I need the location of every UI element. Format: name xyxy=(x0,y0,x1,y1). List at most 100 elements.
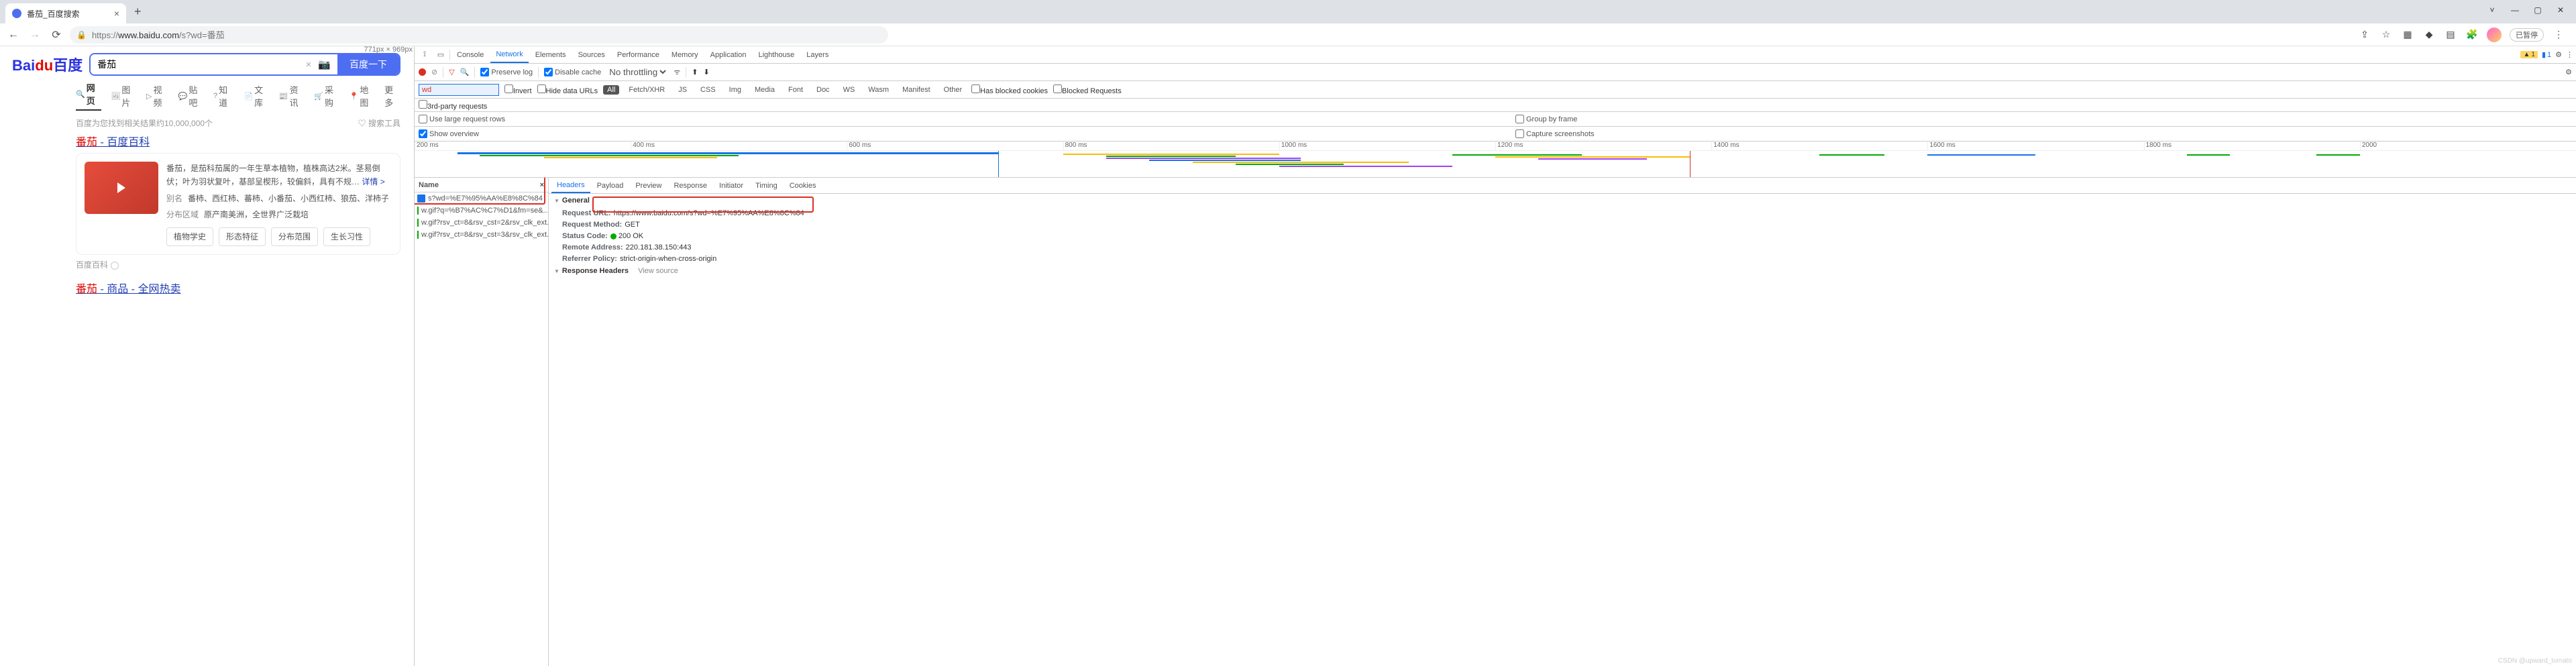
type-manifest[interactable]: Manifest xyxy=(898,85,934,95)
blocked-requests-checkbox[interactable]: Blocked Requests xyxy=(1053,85,1122,95)
type-img[interactable]: Img xyxy=(725,85,745,95)
tab-memory[interactable]: Memory xyxy=(666,46,704,63)
star-icon[interactable]: ☆ xyxy=(2379,28,2393,42)
hide-data-urls-checkbox[interactable]: Hide data URLs xyxy=(537,85,598,95)
search-tools[interactable]: ♡ 搜索工具 xyxy=(358,117,400,129)
forward-button[interactable]: → xyxy=(27,29,43,41)
general-section[interactable]: General xyxy=(549,194,2576,207)
browser-tab[interactable]: 番茄_百度搜索 × xyxy=(5,3,126,23)
extension-icon[interactable]: ◆ xyxy=(2422,28,2436,42)
search-button[interactable]: 百度一下 xyxy=(337,54,399,74)
tab-image[interactable]: 🖼图片 xyxy=(111,81,137,111)
device-icon[interactable]: ▭ xyxy=(433,50,448,59)
close-icon[interactable]: × xyxy=(540,181,544,189)
tab-response[interactable]: Response xyxy=(668,178,712,193)
tab-sources[interactable]: Sources xyxy=(573,46,610,63)
download-icon[interactable]: ⬇ xyxy=(704,68,710,76)
type-doc[interactable]: Doc xyxy=(812,85,834,95)
network-timeline[interactable]: 200 ms400 ms600 ms800 ms1000 ms1200 ms14… xyxy=(415,142,2576,178)
message-badge[interactable]: ▮1 xyxy=(2542,50,2551,59)
new-tab-button[interactable]: + xyxy=(126,5,150,19)
tab-timing[interactable]: Timing xyxy=(750,178,783,193)
section-button[interactable]: 生长习性 xyxy=(323,227,370,246)
type-font[interactable]: Font xyxy=(784,85,807,95)
section-button[interactable]: 分布范围 xyxy=(271,227,318,246)
type-ws[interactable]: WS xyxy=(839,85,859,95)
extension-icon[interactable]: ▤ xyxy=(2444,28,2457,42)
warning-badge[interactable]: ▲1 xyxy=(2520,51,2537,58)
type-all[interactable]: All xyxy=(603,85,619,95)
tab-news[interactable]: 📰资讯 xyxy=(279,81,305,111)
tab-headers[interactable]: Headers xyxy=(551,178,590,193)
tab-caigou[interactable]: 🛒采购 xyxy=(314,81,339,111)
tab-wenku[interactable]: 📄文库 xyxy=(244,81,269,111)
filter-input[interactable] xyxy=(419,84,499,96)
throttling-select[interactable]: No throttling xyxy=(606,66,668,78)
request-row[interactable]: w.gif?rsv_ct=8&rsv_cst=3&rsv_clk_ext... xyxy=(415,229,548,241)
url-input[interactable]: 🔒 https://www.baidu.com/s?wd=番茄 xyxy=(70,26,888,44)
result-title[interactable]: 番茄 - 百度百科 xyxy=(76,133,400,149)
record-button[interactable] xyxy=(419,68,426,76)
menu-icon[interactable]: ⋮ xyxy=(2566,50,2573,59)
thumbnail[interactable] xyxy=(85,162,158,214)
group-frame-checkbox[interactable]: Group by frame xyxy=(1515,115,2572,123)
tab-application[interactable]: Application xyxy=(705,46,752,63)
type-js[interactable]: JS xyxy=(674,85,691,95)
tab-web[interactable]: 🔍网页 xyxy=(76,81,101,111)
tab-network[interactable]: Network xyxy=(490,46,528,63)
filter-icon[interactable]: ▽ xyxy=(449,68,454,76)
maximize-button[interactable]: ▢ xyxy=(2533,5,2542,15)
request-row[interactable]: s?wd=%E7%95%AA%E8%8C%84 xyxy=(415,192,548,205)
blocked-cookies-checkbox[interactable]: Has blocked cookies xyxy=(971,85,1048,95)
back-button[interactable]: ← xyxy=(5,29,21,41)
section-button[interactable]: 植物学史 xyxy=(166,227,213,246)
reload-button[interactable]: ⟳ xyxy=(48,28,64,42)
type-media[interactable]: Media xyxy=(751,85,779,95)
disable-cache-checkbox[interactable]: Disable cache xyxy=(544,68,601,76)
share-icon[interactable]: ⇪ xyxy=(2358,28,2371,42)
tab-payload[interactable]: Payload xyxy=(592,178,629,193)
result-title[interactable]: 番茄 - 商品 - 全网热卖 xyxy=(76,280,400,296)
type-fetch[interactable]: Fetch/XHR xyxy=(625,85,669,95)
section-button[interactable]: 形态特征 xyxy=(219,227,266,246)
inspect-icon[interactable]: ⟟ xyxy=(417,50,432,59)
avatar[interactable] xyxy=(2487,27,2502,42)
search-icon[interactable]: 🔍 xyxy=(460,68,470,76)
extension-icon[interactable]: ▦ xyxy=(2401,28,2414,42)
invert-checkbox[interactable]: Invert xyxy=(504,85,532,95)
capture-screenshots-checkbox[interactable]: Capture screenshots xyxy=(1515,129,2572,138)
menu-icon[interactable]: ⋮ xyxy=(2552,28,2565,42)
tab-preview[interactable]: Preview xyxy=(630,178,667,193)
sync-paused-pill[interactable]: 已暂停 xyxy=(2510,28,2544,42)
type-other[interactable]: Other xyxy=(940,85,967,95)
request-row[interactable]: w.gif?q=%B7%AC%C7%D1&fm=se&... xyxy=(415,205,548,217)
type-css[interactable]: CSS xyxy=(696,85,720,95)
result-source[interactable]: 百度百科 xyxy=(76,259,400,270)
search-input[interactable] xyxy=(91,54,299,74)
gear-icon[interactable]: ⚙ xyxy=(2565,68,2572,76)
tab-zhidao[interactable]: ?知道 xyxy=(213,81,234,111)
tab-lighthouse[interactable]: Lighthouse xyxy=(753,46,800,63)
type-wasm[interactable]: Wasm xyxy=(864,85,893,95)
puzzle-icon[interactable]: 🧩 xyxy=(2465,28,2479,42)
tab-performance[interactable]: Performance xyxy=(612,46,665,63)
camera-icon[interactable]: 📷 xyxy=(318,58,331,70)
tab-cookies[interactable]: Cookies xyxy=(784,178,822,193)
baidu-logo[interactable]: Baidu百度 xyxy=(12,54,83,75)
clear-icon[interactable]: × xyxy=(306,59,312,70)
wifi-icon[interactable]: ᯤ xyxy=(674,67,680,77)
close-window-button[interactable]: ✕ xyxy=(2556,5,2565,15)
tab-video[interactable]: ▷视频 xyxy=(146,81,169,111)
third-party-checkbox[interactable]: 3rd-party requests xyxy=(419,100,487,111)
tab-initiator[interactable]: Initiator xyxy=(714,178,749,193)
request-row[interactable]: w.gif?rsv_ct=8&rsv_cst=2&rsv_clk_ext... xyxy=(415,217,548,229)
upload-icon[interactable]: ⬆ xyxy=(692,68,698,76)
tab-console[interactable]: Console xyxy=(451,46,489,63)
tab-map[interactable]: 📍地图 xyxy=(350,81,375,111)
name-column-header[interactable]: Name× xyxy=(415,178,548,192)
more-link[interactable]: 详情 > xyxy=(362,177,384,186)
clear-icon[interactable]: ⊘ xyxy=(431,68,437,76)
chevron-down-icon[interactable]: ˅ xyxy=(2487,5,2497,15)
large-rows-checkbox[interactable]: Use large request rows xyxy=(419,115,1475,123)
preserve-log-checkbox[interactable]: Preserve log xyxy=(480,68,533,76)
